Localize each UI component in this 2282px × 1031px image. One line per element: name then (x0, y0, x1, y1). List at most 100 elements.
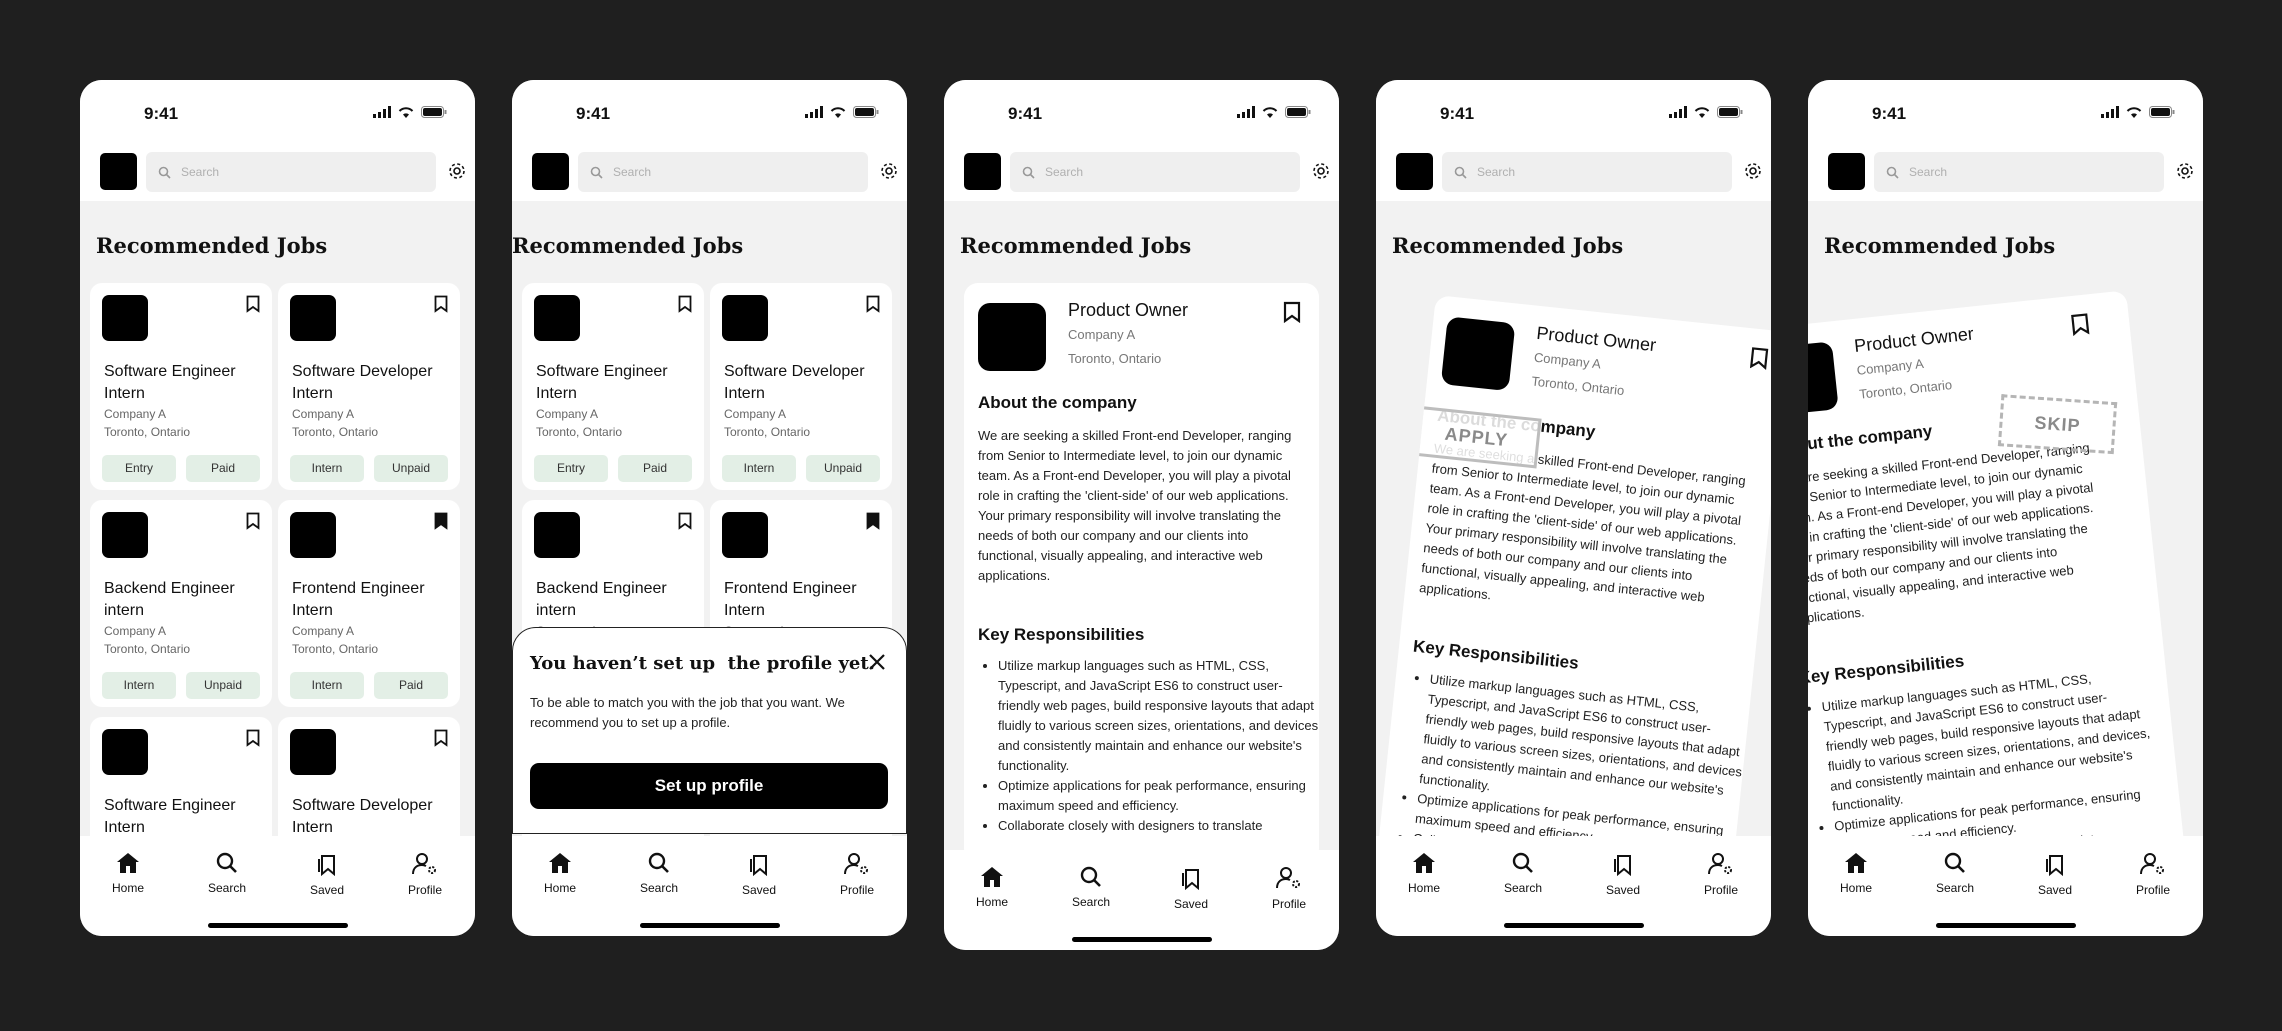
bookmark-button[interactable] (678, 512, 692, 535)
bookmark-icon[interactable] (434, 512, 448, 530)
search-bar[interactable] (146, 152, 436, 192)
phone-screen: 9:41 Recommended Jobs Product Owner Comp… (1808, 80, 2203, 936)
phone-screen: 9:41 Recommended Jobs Software Engineer … (80, 80, 475, 936)
status-icons (373, 106, 447, 118)
bookmark-button[interactable] (246, 295, 260, 318)
nav-home[interactable]: Home (1816, 852, 1896, 895)
gear-icon[interactable] (2175, 161, 2195, 181)
top-bar: 9:41 (512, 80, 907, 201)
job-card[interactable]: Frontend Engineer Intern Company A Toronto… (278, 500, 460, 707)
nav-profile[interactable]: Profile (1249, 866, 1329, 911)
gear-icon[interactable] (447, 161, 467, 181)
bookmark-icon[interactable] (866, 295, 880, 313)
close-icon[interactable] (868, 653, 886, 671)
company-logo (722, 512, 768, 558)
nav-search[interactable]: Search (1483, 852, 1563, 895)
saved-icon (2046, 855, 2063, 877)
job-card[interactable]: Software Developer Intern Company A Toront… (710, 283, 892, 490)
bookmark-button[interactable] (678, 295, 692, 318)
app-logo[interactable] (1828, 153, 1865, 190)
company-name: Company A (1068, 327, 1136, 342)
bookmark-icon[interactable] (246, 729, 260, 747)
job-card[interactable]: Software Engineer Intern Company A Toronto… (90, 283, 272, 490)
app-logo[interactable] (100, 153, 137, 190)
bookmark-icon[interactable] (246, 512, 260, 530)
search-input[interactable] (611, 164, 835, 180)
job-card[interactable]: Software Developer Intern Company A Toront… (278, 283, 460, 490)
bookmark-button[interactable] (2070, 312, 2091, 341)
app-logo[interactable] (532, 153, 569, 190)
search-input[interactable] (1475, 164, 1699, 180)
nav-profile[interactable]: Profile (1681, 852, 1761, 897)
nav-saved-label: Saved (1173, 897, 1209, 911)
job-card[interactable]: Backend Engineer intern Company A Toronto,… (90, 500, 272, 707)
about-heading: About the company (1808, 421, 1934, 457)
bookmark-button[interactable] (866, 295, 880, 318)
nav-home[interactable]: Home (88, 852, 168, 895)
bookmark-button[interactable] (866, 512, 880, 535)
bookmark-button[interactable] (434, 295, 448, 318)
nav-profile[interactable]: Profile (817, 852, 897, 897)
bookmark-button[interactable] (246, 729, 260, 752)
nav-home[interactable]: Home (1384, 852, 1464, 895)
responsibilities-heading: Key Responsibilities (978, 625, 1145, 644)
search-bar[interactable] (1010, 152, 1300, 192)
job-card[interactable]: Software Engineer Intern Company A Toronto… (522, 283, 704, 490)
search-input[interactable] (1907, 164, 2131, 180)
app-logo[interactable] (1396, 153, 1433, 190)
job-detail-card-swiped[interactable]: Product Owner Company A Toronto, Ontario… (1376, 295, 1771, 929)
tag-chip: Intern (290, 455, 364, 482)
nav-saved[interactable]: Saved (719, 852, 799, 897)
bookmark-icon[interactable] (434, 729, 448, 747)
search-input[interactable] (1043, 164, 1267, 180)
section-title: Recommended Jobs (96, 233, 328, 258)
bookmark-button[interactable] (434, 512, 448, 535)
nav-search[interactable]: Search (187, 852, 267, 895)
search-bar[interactable] (1442, 152, 1732, 192)
profile-prompt-sheet: You haven’t set up the profile yet. To be… (512, 627, 907, 834)
bookmark-icon[interactable] (434, 295, 448, 313)
nav-saved[interactable]: Saved (2015, 852, 2095, 897)
nav-profile[interactable]: Profile (2113, 852, 2193, 897)
app-logo[interactable] (964, 153, 1001, 190)
gear-icon[interactable] (1311, 161, 1331, 181)
bottom-nav: Home Search Saved Profile (80, 836, 475, 936)
company-logo (102, 729, 148, 775)
company-logo (1808, 341, 1839, 417)
nav-search[interactable]: Search (619, 852, 699, 895)
nav-saved[interactable]: Saved (1583, 852, 1663, 897)
search-bar[interactable] (1874, 152, 2164, 192)
bookmark-icon[interactable] (678, 295, 692, 313)
company-logo (722, 295, 768, 341)
bookmark-button[interactable] (1749, 346, 1770, 375)
nav-home[interactable]: Home (520, 852, 600, 895)
job-detail-card-swiped[interactable]: Product Owner Company A Toronto, Ontario… (1808, 290, 2189, 927)
bookmark-icon[interactable] (246, 295, 260, 313)
bookmark-icon[interactable] (866, 512, 880, 530)
sheet-title: You haven’t set up the profile yet. (530, 653, 875, 674)
section-title: Recommended Jobs (1392, 233, 1624, 258)
signal-icon (805, 106, 823, 118)
about-text: We are seeking a skilled Front-end Devel… (978, 428, 1292, 583)
search-bar[interactable] (578, 152, 868, 192)
nav-search[interactable]: Search (1915, 852, 1995, 895)
battery-icon (853, 106, 879, 118)
gear-icon[interactable] (879, 161, 899, 181)
setup-profile-button[interactable]: Set up profile (530, 763, 888, 809)
bookmark-button[interactable] (246, 512, 260, 535)
nav-home[interactable]: Home (952, 866, 1032, 909)
tag-chip: Unpaid (806, 455, 880, 482)
top-bar: 9:41 (1808, 80, 2203, 201)
search-input[interactable] (179, 164, 403, 180)
nav-profile[interactable]: Profile (385, 852, 465, 897)
sheet-body: To be able to match you with the job tha… (530, 695, 845, 730)
nav-saved[interactable]: Saved (287, 852, 367, 897)
nav-saved[interactable]: Saved (1151, 866, 1231, 911)
job-detail-card[interactable]: Product Owner Company A Toronto, Ontario… (964, 283, 1319, 863)
profile-icon (844, 853, 868, 875)
bookmark-icon[interactable] (678, 512, 692, 530)
gear-icon[interactable] (1743, 161, 1763, 181)
bookmark-button[interactable] (1283, 301, 1301, 328)
nav-search[interactable]: Search (1051, 866, 1131, 909)
bookmark-button[interactable] (434, 729, 448, 752)
